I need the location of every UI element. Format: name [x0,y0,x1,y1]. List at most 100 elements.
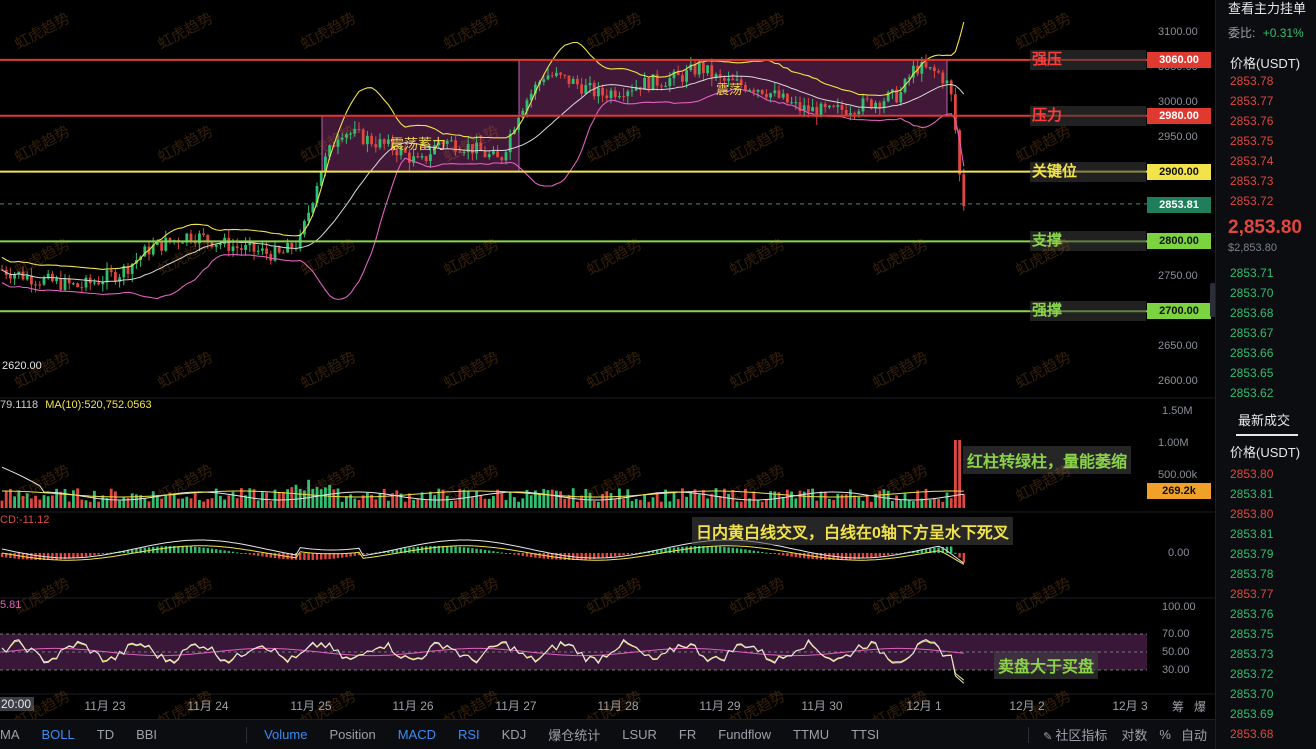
macd-histogram-bar [584,553,587,560]
volume-bar [420,492,424,508]
volume-bar [912,501,915,508]
volume-bar [907,500,911,508]
volume-bar [492,496,495,508]
trade-price: 2853.69 [1230,707,1274,721]
level-tag-2980.00: 2980.00 [1147,107,1211,124]
volume-bar [256,500,260,508]
date-axis-tick: 12月 3 [1112,699,1148,713]
tab-liquidation-stats[interactable]: 爆仓统计 [537,725,611,744]
volume-bar [513,497,516,508]
macd-histogram-bar [731,547,734,553]
macd-histogram-bar [840,553,844,560]
volume-bar [336,488,340,508]
macd-histogram-bar [782,553,785,556]
volume-bar [945,492,949,508]
candle-body [9,274,12,279]
macd-histogram-bar [723,546,726,553]
price-axis-tick: 2950.00 [1158,130,1198,143]
volume-bar [508,491,512,508]
tab-volume[interactable]: Volume [253,727,318,742]
bid-price: 2853.71 [1230,266,1274,280]
tab-ma[interactable]: MA [0,727,31,742]
volume-bar [315,487,319,508]
macd-histogram-bar [719,546,722,553]
candle-body [828,105,831,108]
volume-bar [307,479,310,508]
date-axis-tick: 20:00 [0,697,35,711]
tab-fr[interactable]: FR [668,727,707,742]
tab-position[interactable]: Position [318,727,386,742]
trade-price: 2853.77 [1230,587,1274,601]
macd-histogram-bar [462,547,466,553]
auto-scale-toggle[interactable]: 自动 [1177,725,1215,744]
bid-price: 2853.70 [1230,286,1274,300]
percent-scale-toggle[interactable]: % [1153,727,1177,742]
macd-histogram-bar [467,547,470,553]
volume-bar [462,489,466,508]
ask-price: 2853.78 [1230,74,1274,88]
volume-bar [454,500,457,508]
tab-rsi[interactable]: RSI [447,727,491,742]
macd-label: CD:-11.12 [0,514,50,526]
candle-body [244,244,247,250]
volume-bar [634,498,638,508]
volume-bar [294,484,298,508]
candle-body [660,85,663,87]
log-scale-toggle[interactable]: 对数 [1115,725,1153,744]
macd-histogram-bar [777,553,781,555]
community-indicator-button[interactable]: ✎ 社区指标 [1035,725,1115,744]
candle-body [542,79,546,82]
volume-bar [958,440,961,508]
macd-histogram-bar [513,553,516,555]
tab-bbi[interactable]: BBI [125,727,168,742]
macd-histogram-bar [93,553,96,556]
tab-td[interactable]: TD [86,727,125,742]
tab-fundflow[interactable]: Fundflow [707,727,782,742]
tab-lsur[interactable]: LSUR [611,727,668,742]
tab-boll[interactable]: BOLL [31,727,86,742]
tab-ttsi[interactable]: TTSI [840,727,890,742]
candle-body [786,93,789,103]
tab-macd[interactable]: MACD [387,727,447,742]
corner-liquidation-icon[interactable]: 爆 [1194,698,1206,715]
candle-body [559,72,562,75]
volume-bar [727,493,730,508]
macd-histogram-bar [748,549,751,553]
volume-bar [895,495,898,508]
volume-bar [576,501,579,508]
candle-body [781,93,785,98]
volume-bar [681,488,684,508]
macd-histogram-bar [769,553,772,554]
chart-area[interactable]: 3100.003050.003000.002950.002900.002850.… [0,0,1215,731]
main-orders-link[interactable]: 查看主力挂单 [1228,0,1306,17]
candle-body [307,212,310,221]
community-indicator-label: 社区指标 [1055,728,1108,743]
candle-body [189,233,193,241]
volume-annotation: 红柱转绿柱，量能萎缩 [963,446,1132,474]
price-axis-tick: 2650.00 [1158,340,1198,353]
candle-body [382,139,386,144]
volume-bar [21,496,25,508]
volume-bar [584,489,588,508]
macd-histogram-bar [937,547,940,553]
volume-bar [17,490,21,508]
macd-histogram-bar [307,553,310,560]
tab-ttmu[interactable]: TTMU [782,727,840,742]
tab-kdj[interactable]: KDJ [491,727,538,742]
volume-axis-tick: 1.00M [1158,437,1189,449]
date-axis-tick: 11月 23 [84,699,126,713]
volume-bar [160,498,163,508]
macd-histogram-bar [353,553,356,556]
volume-bar [93,490,96,508]
date-axis-tick: 11月 30 [801,699,843,713]
candle-body [849,113,852,115]
macd-histogram-bar [773,553,776,555]
corner-chip-icon[interactable]: 筹 [1172,698,1184,715]
volume-bar [9,489,12,508]
volume-bar [672,492,676,508]
recent-trades-underline [1236,434,1298,436]
macd-histogram-bar [500,552,503,554]
volume-bar [702,490,705,508]
volume-bar [109,488,113,508]
candle-body [807,105,810,112]
